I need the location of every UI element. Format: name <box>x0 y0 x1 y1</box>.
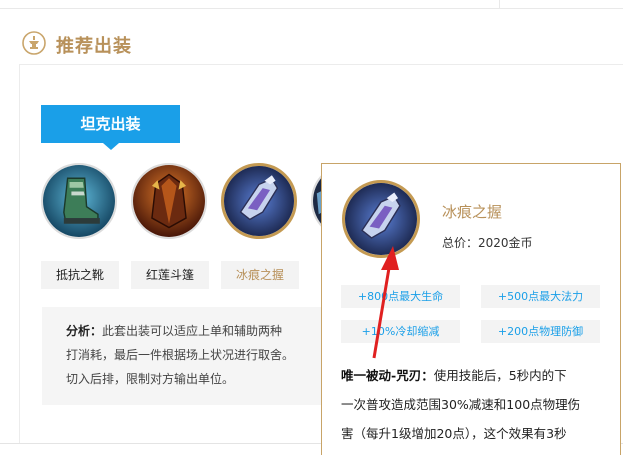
popup-item-price: 总价：2020金币 <box>442 236 533 250</box>
analysis-label: 分析： <box>66 324 103 338</box>
passive-line-2: 一次普攻造成范围30%减速和100点物理伤 <box>341 397 581 412</box>
anvil-icon <box>22 31 46 55</box>
passive-line-1: 使用技能后，5秒内的下 <box>433 368 567 383</box>
item-label-cloak: 红莲斗篷 <box>131 261 209 289</box>
passive-label: 唯一被动-咒刃： <box>341 368 434 383</box>
annotation-arrow <box>372 246 399 359</box>
boots-icon[interactable] <box>41 163 117 239</box>
passive-line-3: 害（每升1级增加20点），这个效果有3秒 <box>341 426 567 441</box>
popup-passive-description: 唯一被动-咒刃：使用技能后，5秒内的下 一次普攻造成范围30%减速和100点物理… <box>341 361 611 448</box>
item-card-cloak[interactable]: 红莲斗篷 <box>131 163 209 289</box>
panel-left-border <box>19 64 20 444</box>
top-divider-tick <box>499 0 500 8</box>
item-label-boots: 抵抗之靴 <box>41 261 119 289</box>
gauntlet-icon[interactable] <box>221 163 297 239</box>
popup-item-name: 冰痕之握 <box>442 203 503 221</box>
analysis-line-1: 此套出装可以适应上单和辅助两种 <box>102 324 283 338</box>
analysis-text: 分析：此套出装可以适应上单和辅助两种 打消耗，最后一件根据场上状况进行取舍。 切… <box>66 319 336 391</box>
section-title: 推荐出装 <box>56 36 132 57</box>
item-card-gauntlet[interactable]: 冰痕之握 <box>221 163 299 289</box>
tab-pointer <box>103 143 119 150</box>
tab-tank-build[interactable]: 坦克出装 <box>41 105 180 143</box>
stat-badge-mana: +500点最大法力 <box>481 285 600 308</box>
analysis-line-2: 打消耗，最后一件根据场上状况进行取舍。 <box>66 348 295 362</box>
cloak-icon[interactable] <box>131 163 207 239</box>
analysis-box: 分析：此套出装可以适应上单和辅助两种 打消耗，最后一件根据场上状况进行取舍。 切… <box>42 307 342 405</box>
analysis-line-3: 切入后排，限制对方输出单位。 <box>66 372 235 386</box>
item-label-gauntlet: 冰痕之握 <box>221 261 299 289</box>
top-divider <box>0 8 623 9</box>
stat-badge-armor: +200点物理防御 <box>481 320 600 343</box>
item-card-boots[interactable]: 抵抗之靴 <box>41 163 119 289</box>
title-divider <box>19 64 623 65</box>
